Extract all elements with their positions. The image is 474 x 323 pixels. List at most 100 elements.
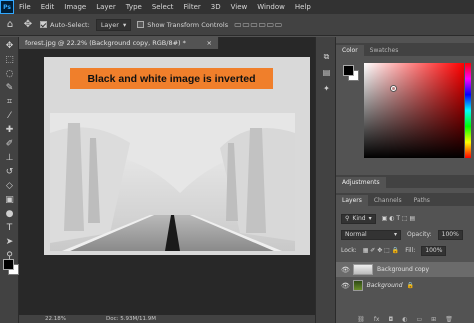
layer-thumbnail — [353, 280, 363, 291]
eye-icon[interactable]: 👁 — [341, 266, 350, 274]
show-transform-label: Show Transform Controls — [147, 20, 229, 29]
menu-file[interactable]: File — [14, 3, 36, 11]
properties-panel-icon[interactable]: ▤ — [321, 67, 332, 78]
hue-slider[interactable] — [465, 63, 471, 158]
adjustments-panel-tabs: Adjustments — [336, 175, 474, 188]
color-picker-knob[interactable] — [391, 86, 396, 91]
show-transform-checkbox[interactable]: Show Transform Controls — [137, 21, 228, 29]
collapsed-panels-strip: ⧉ ▤ ✦ — [315, 37, 336, 323]
search-icon: ⚲ — [345, 215, 350, 222]
chevron-down-icon: ▾ — [393, 231, 397, 238]
menu-bar: Ps File Edit Image Layer Type Select Fil… — [0, 0, 474, 14]
clone-stamp-icon[interactable]: ⊥ — [3, 153, 16, 164]
right-panels: Color Swatches Adjustments Layers Channe… — [336, 37, 474, 323]
menu-edit[interactable]: Edit — [36, 3, 60, 11]
chevron-down-icon: ▾ — [368, 215, 372, 222]
filter-icons[interactable]: ▣ ◐ T ⬚ ▤ — [382, 215, 416, 222]
layer-filter-value: Kind — [352, 215, 366, 222]
history-panel-icon[interactable]: ⧉ — [321, 51, 332, 62]
link-icon[interactable]: ⛓ — [357, 316, 365, 323]
menu-select[interactable]: Select — [147, 3, 179, 11]
layer-filter-dropdown[interactable]: ⚲ Kind ▾ — [341, 213, 376, 224]
type-icon[interactable]: T — [3, 223, 16, 234]
gradient-icon[interactable]: ▣ — [3, 195, 16, 206]
tab-adjustments[interactable]: Adjustments — [336, 177, 386, 188]
fill-field[interactable]: 100% — [421, 245, 447, 256]
layer-row-background[interactable]: 👁 Background 🔒 — [336, 278, 474, 293]
menu-help[interactable]: Help — [290, 3, 316, 11]
fill-label: Fill: — [405, 247, 416, 254]
chevron-down-icon: ▾ — [122, 20, 127, 29]
brush-icon[interactable]: ✐ — [3, 139, 16, 150]
fx-icon[interactable]: fx — [374, 316, 380, 323]
color-panel-foreground-swatch[interactable] — [343, 65, 354, 76]
info-panel-icon[interactable]: ✦ — [321, 83, 332, 94]
checkbox-unchecked-icon — [137, 21, 145, 28]
quick-select-icon[interactable]: ✎ — [3, 83, 16, 94]
move-tool-icon[interactable]: ✥ — [22, 19, 34, 31]
color-panel-tabs: Color Swatches — [336, 43, 474, 56]
align-options-icon[interactable]: ▭ ▭ ▭ ▭ ▭ ▭ — [234, 20, 282, 29]
mask-icon[interactable]: ◘ — [388, 316, 393, 323]
eyedropper-icon[interactable]: ⁄ — [3, 111, 16, 122]
caption-banner: Black and white image is inverted — [70, 68, 273, 89]
marquee-icon[interactable]: ⬚ — [3, 55, 16, 66]
menu-type[interactable]: Type — [121, 3, 147, 11]
tab-paths[interactable]: Paths — [408, 195, 436, 206]
fill-value: 100% — [425, 247, 443, 254]
menu-image[interactable]: Image — [59, 3, 91, 11]
group-icon[interactable]: ▭ — [416, 316, 422, 323]
close-icon[interactable]: × — [207, 39, 212, 47]
menu-layer[interactable]: Layer — [91, 3, 121, 11]
blend-mode-dropdown[interactable]: Normal ▾ — [341, 229, 401, 240]
auto-select-checkbox[interactable]: Auto-Select: — [40, 21, 90, 29]
layers-panel-tabs: Layers Channels Paths — [336, 193, 474, 206]
layers-footer: ⛓ fx ◘ ◐ ▭ ⊞ 🗑 — [336, 316, 474, 323]
menu-3d[interactable]: 3D — [206, 3, 226, 11]
blend-opacity-row: Normal ▾ Opacity: 100% — [336, 228, 474, 241]
path-selection-icon[interactable]: ➤ — [3, 237, 16, 248]
tab-color[interactable]: Color — [336, 45, 364, 56]
inverted-forest-photo — [50, 113, 295, 251]
move-icon[interactable]: ✥ — [3, 41, 16, 52]
layer-row-background-copy[interactable]: 👁 Background copy — [336, 262, 474, 277]
adjustment-icon[interactable]: ◐ — [402, 316, 407, 323]
status-bar: 22.18% Doc: 5.93M/11.9M — [19, 315, 315, 323]
status-doc-size: Doc: 5.93M/11.9M — [105, 316, 157, 322]
photoshop-logo: Ps — [0, 0, 14, 14]
lock-icon: 🔒 — [406, 282, 414, 289]
color-picker-field[interactable] — [364, 63, 464, 158]
crop-icon[interactable]: ⌗ — [3, 97, 16, 108]
layer-filter-row: ⚲ Kind ▾ ▣ ◐ T ⬚ ▤ — [336, 212, 474, 225]
opacity-label: Opacity: — [407, 231, 432, 238]
document-tab[interactable]: forest.jpg @ 22.2% (Background copy, RGB… — [19, 37, 219, 49]
opacity-field[interactable]: 100% — [437, 229, 463, 240]
status-zoom[interactable]: 22.18% — [45, 316, 66, 322]
tab-layers[interactable]: Layers — [336, 195, 368, 206]
layer-name: Background — [366, 282, 403, 289]
menu-window[interactable]: Window — [252, 3, 290, 11]
healing-brush-icon[interactable]: ✚ — [3, 125, 16, 136]
document-tab-title: forest.jpg @ 22.2% (Background copy, RGB… — [25, 39, 186, 47]
dodge-icon[interactable]: ● — [3, 209, 16, 220]
trash-icon[interactable]: 🗑 — [445, 316, 453, 323]
blend-mode-value: Normal — [345, 231, 367, 238]
tab-swatches[interactable]: Swatches — [364, 45, 405, 56]
home-icon[interactable]: ⌂ — [4, 19, 16, 31]
menu-filter[interactable]: Filter — [178, 3, 205, 11]
eye-icon[interactable]: 👁 — [341, 282, 350, 290]
opacity-value: 100% — [441, 231, 459, 238]
auto-select-label: Auto-Select: — [50, 20, 90, 29]
foreground-color-swatch[interactable] — [3, 259, 14, 270]
lock-options-icon[interactable]: ▦ ✐ ✥ ⬚ 🔒 — [363, 247, 400, 254]
lock-fill-row: Lock: ▦ ✐ ✥ ⬚ 🔒 Fill: 100% — [336, 244, 474, 257]
menu-view[interactable]: View — [226, 3, 253, 11]
new-layer-icon[interactable]: ⊞ — [431, 316, 436, 323]
lasso-icon[interactable]: ◌ — [3, 69, 16, 80]
eraser-icon[interactable]: ◇ — [3, 181, 16, 192]
history-brush-icon[interactable]: ↺ — [3, 167, 16, 178]
auto-select-dropdown[interactable]: Layer ▾ — [95, 18, 132, 31]
tools-panel: ✥ ⬚ ◌ ✎ ⌗ ⁄ ✚ ✐ ⊥ ↺ ◇ ▣ ● T ➤ ⚲ — [0, 37, 19, 323]
tab-channels[interactable]: Channels — [368, 195, 408, 206]
layer-thumbnail — [353, 264, 373, 275]
